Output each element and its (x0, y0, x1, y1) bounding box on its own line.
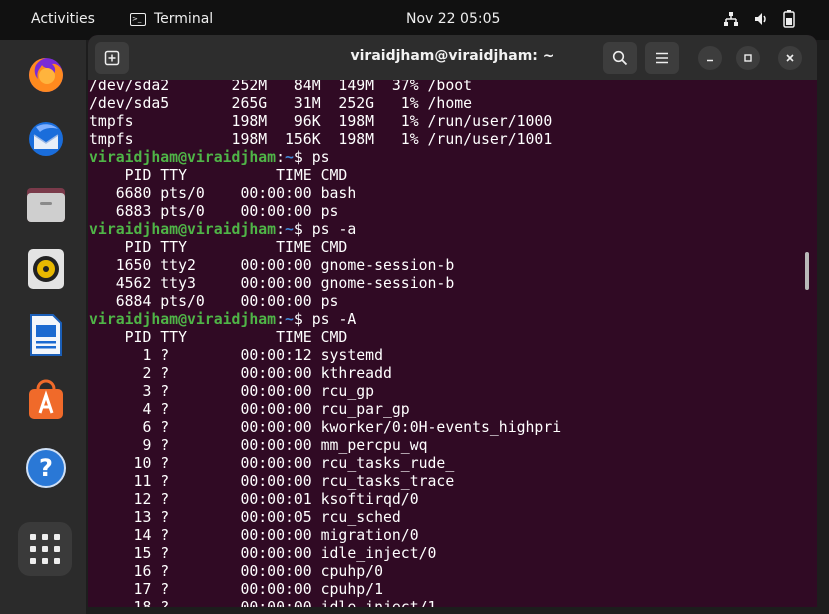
terminal-line: 16 ? 00:00:00 cpuhp/0 (89, 563, 383, 580)
thunderbird-icon (29, 122, 63, 156)
writer-icon (30, 314, 62, 356)
scrollbar[interactable] (805, 252, 809, 290)
dock-item-thunderbird[interactable] (23, 116, 69, 162)
terminal-line: tmpfs 198M 156K 198M 1% /run/user/1001 (89, 131, 553, 148)
terminal-line: /dev/sda5 265G 31M 252G 1% /home (89, 95, 473, 112)
prompt-path: ~ (285, 149, 294, 166)
dock: ? (0, 40, 86, 614)
title-bar[interactable]: viraidjham@viraidjham: ~ (88, 35, 817, 80)
clock[interactable]: Nov 22 05:05 (406, 11, 500, 27)
top-bar: Activities >_ Terminal Nov 22 05:05 (0, 0, 829, 40)
app-name: Terminal (154, 11, 214, 27)
help-icon: ? (26, 448, 66, 488)
prompt-line: viraidjham@viraidjham:~$ ps -A (89, 311, 357, 328)
firefox-icon (29, 58, 63, 92)
files-icon (27, 188, 65, 222)
terminal-line: 1 ? 00:00:12 systemd (89, 347, 383, 364)
prompt-user-host: viraidjham@viraidjham (89, 149, 277, 166)
prompt-command: ps -A (311, 311, 357, 328)
terminal-icon: >_ (130, 12, 146, 26)
close-button[interactable] (778, 46, 802, 70)
minimize-icon (707, 59, 713, 62)
prompt-user-host: viraidjham@viraidjham (89, 311, 277, 328)
terminal-line: PID TTY TIME CMD (89, 239, 348, 256)
dock-item-help[interactable]: ? (23, 445, 69, 491)
maximize-icon (744, 54, 752, 62)
system-tray[interactable] (723, 10, 795, 28)
minimize-button[interactable] (698, 46, 722, 70)
close-icon (786, 54, 794, 62)
terminal-line: 18 ? 00:00:00 idle_inject/1 (89, 599, 561, 607)
terminal-window: viraidjham@viraidjham: ~ /dev/sda2 252M … (88, 35, 817, 607)
svg-text:?: ? (39, 454, 53, 482)
terminal-line: 6 ? 00:00:00 kworker/0:0H-events_highpri (89, 419, 562, 436)
dock-item-files[interactable] (23, 181, 69, 227)
volume-icon (755, 13, 766, 25)
terminal-line: 3 ? 00:00:00 rcu_gp (89, 383, 375, 400)
battery-icon (783, 10, 795, 28)
terminal-line: 14 ? 00:00:00 migration/0 (89, 527, 419, 544)
search-button[interactable] (603, 42, 637, 74)
terminal-output[interactable]: /dev/sda2 252M 84M 149M 37% /boot/dev/sd… (88, 80, 817, 607)
prompt-path: ~ (285, 311, 294, 328)
dock-item-writer[interactable] (23, 312, 69, 358)
app-center-icon (29, 379, 63, 419)
maximize-button[interactable] (736, 46, 760, 70)
terminal-line: 10 ? 00:00:00 rcu_tasks_rude_ (89, 455, 455, 472)
prompt-path: ~ (285, 221, 294, 238)
terminal-line: /dev/sda2 252M 84M 149M 37% /boot (89, 80, 473, 94)
prompt-line: viraidjham@viraidjham:~$ ps (89, 149, 330, 166)
terminal-lines: /dev/sda2 252M 84M 149M 37% /boot/dev/sd… (89, 80, 561, 607)
prompt-command: ps -a (311, 221, 357, 238)
rhythmbox-icon (28, 249, 64, 289)
hamburger-menu-icon (656, 52, 668, 64)
app-menu[interactable]: >_ Terminal (130, 11, 213, 27)
terminal-line: 9 ? 00:00:00 mm_percpu_wq (89, 437, 428, 454)
terminal-line: 6680 pts/0 00:00:00 bash (89, 185, 357, 202)
terminal-line: 6883 pts/0 00:00:00 ps (89, 203, 339, 220)
activities-button[interactable]: Activities (31, 11, 95, 27)
dock-item-firefox[interactable] (23, 52, 69, 98)
terminal-line: 6884 pts/0 00:00:00 ps (89, 293, 339, 310)
network-icon (724, 12, 738, 26)
terminal-line: 1650 tty2 00:00:00 gnome-session-b (89, 257, 455, 274)
terminal-line: 12 ? 00:00:01 ksoftirqd/0 (89, 491, 419, 508)
dock-item-app-center[interactable] (23, 377, 69, 423)
terminal-line: 4 ? 00:00:00 rcu_par_gp (89, 401, 410, 418)
terminal-line: 2 ? 00:00:00 kthreadd (89, 365, 392, 382)
dock-item-rhythmbox[interactable] (23, 246, 69, 292)
terminal-line: 11 ? 00:00:00 rcu_tasks_trace (89, 473, 455, 490)
menu-button[interactable] (645, 42, 679, 74)
terminal-line: PID TTY TIME CMD (89, 329, 348, 346)
terminal-line: 17 ? 00:00:00 cpuhp/1 (89, 581, 383, 598)
prompt-command: ps (311, 149, 330, 166)
prompt-line: viraidjham@viraidjham:~$ ps -a (89, 221, 357, 238)
search-icon (612, 50, 628, 66)
terminal-line: PID TTY TIME CMD (89, 167, 348, 184)
terminal-line: tmpfs 198M 96K 198M 1% /run/user/1000 (89, 113, 553, 130)
terminal-line: 13 ? 00:00:05 rcu_sched (89, 509, 401, 526)
show-apps-icon[interactable] (18, 522, 72, 576)
terminal-line: 15 ? 00:00:00 idle_inject/0 (89, 545, 437, 562)
prompt-user-host: viraidjham@viraidjham (89, 221, 277, 238)
terminal-line: 4562 tty3 00:00:00 gnome-session-b (89, 275, 455, 292)
